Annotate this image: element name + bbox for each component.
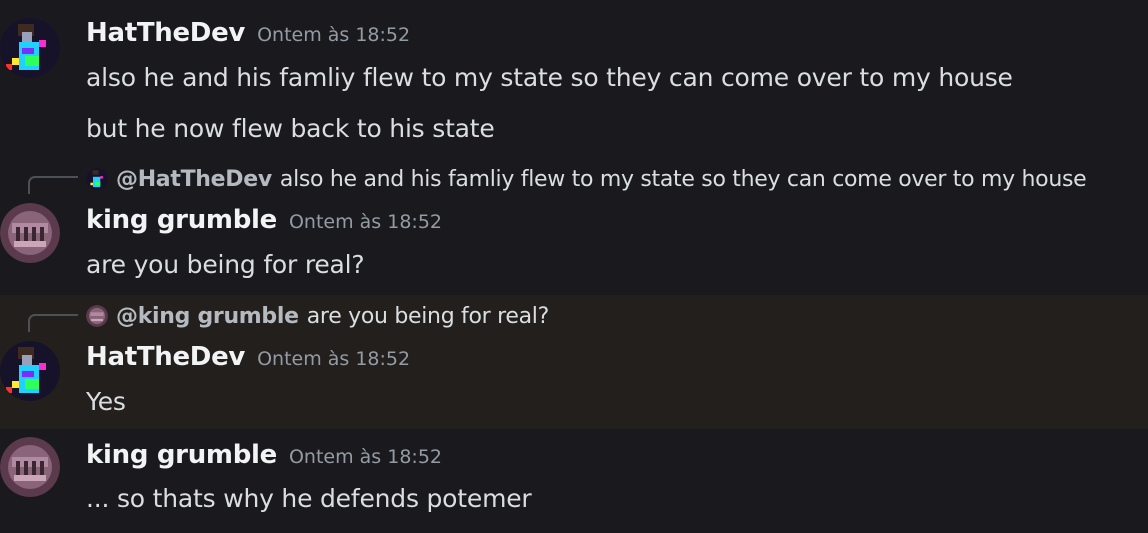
avatar-king-grumble[interactable]: [0, 203, 60, 263]
username[interactable]: HatTheDev: [86, 18, 245, 48]
message-text: are you being for real?: [86, 250, 365, 279]
message-group: HatTheDev Ontem às 18:52 also he and his …: [0, 0, 1148, 160]
timestamp: Ontem às 18:52: [257, 348, 411, 370]
reply-username[interactable]: @king grumble: [116, 304, 299, 329]
avatar-king-grumble[interactable]: [0, 437, 60, 497]
message-text: ... so thats why he defends potemer: [86, 484, 532, 513]
message-header: HatTheDev Ontem às 18:52: [86, 18, 410, 48]
timestamp: Ontem às 18:52: [288, 446, 442, 468]
hatthedev-mini-avatar-icon: [86, 168, 108, 190]
reply-connector: [28, 176, 78, 194]
message-header: HatTheDev Ontem às 18:52: [86, 342, 410, 372]
timestamp: Ontem às 18:52: [257, 24, 411, 46]
message-header: king grumble Ontem às 18:52: [86, 440, 442, 470]
message-text: also he and his famliy flew to my state …: [86, 63, 1013, 92]
message-text: Yes: [86, 387, 126, 416]
reply-reference[interactable]: @king grumble are you being for real?: [86, 302, 549, 330]
username[interactable]: king grumble: [86, 440, 277, 470]
reply-preview-text[interactable]: also he and his famliy flew to my state …: [280, 167, 1087, 192]
message-group-highlighted: @king grumble are you being for real? Ha…: [0, 295, 1148, 429]
reply-reference[interactable]: @HatTheDev also he and his famliy flew t…: [86, 165, 1087, 193]
message-group: king grumble Ontem às 18:52 ... so thats …: [0, 429, 1148, 533]
username[interactable]: king grumble: [86, 205, 277, 235]
avatar-hatthedev[interactable]: [0, 341, 60, 401]
reply-preview-text[interactable]: are you being for real?: [307, 304, 550, 329]
reply-connector: [28, 314, 78, 332]
message-group: @HatTheDev also he and his famliy flew t…: [0, 160, 1148, 293]
chat-messages: HatTheDev Ontem às 18:52 also he and his …: [0, 0, 1148, 533]
reply-username[interactable]: @HatTheDev: [116, 167, 272, 192]
hatthedev-avatar-icon: [0, 341, 60, 401]
king-grumble-avatar-icon: [0, 437, 60, 497]
hatthedev-avatar-icon: [0, 18, 60, 78]
timestamp: Ontem às 18:52: [288, 211, 442, 233]
avatar-hatthedev[interactable]: [0, 18, 60, 78]
message-header: king grumble Ontem às 18:52: [86, 205, 442, 235]
message-text: but he now flew back to his state: [86, 114, 495, 143]
king-grumble-mini-avatar-icon: [86, 305, 108, 327]
king-grumble-avatar-icon: [0, 203, 60, 263]
username[interactable]: HatTheDev: [86, 342, 245, 372]
